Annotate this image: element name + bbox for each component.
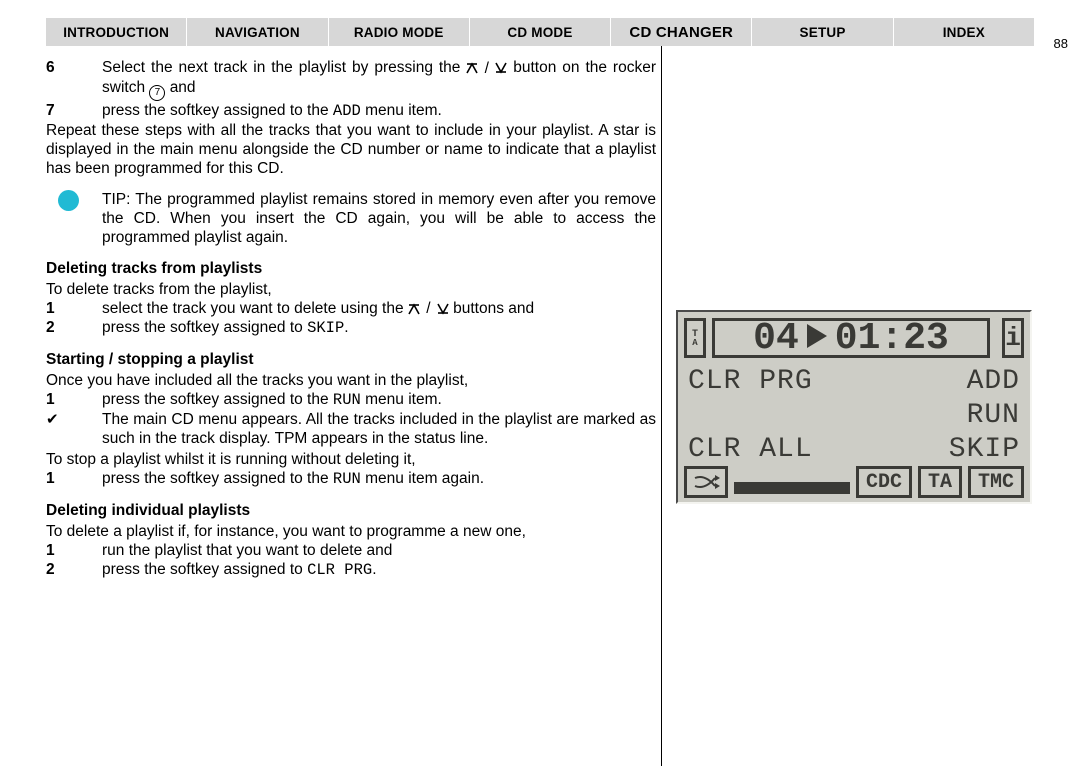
step-6-number: 6 bbox=[46, 58, 102, 101]
lcd-cdc-box: CDC bbox=[856, 466, 912, 498]
clr-prg-label: CLR PRG bbox=[307, 561, 372, 579]
stop-step-1-num: 1 bbox=[46, 469, 102, 489]
lcd-progress-bar bbox=[734, 482, 850, 494]
delete-step-2-text: press the softkey assigned to SKIP. bbox=[102, 318, 656, 338]
del2-a: press the softkey assigned to bbox=[102, 319, 307, 336]
stop1-a: press the softkey assigned to the bbox=[102, 470, 333, 487]
lcd-track-time-box: 04 01:23 bbox=[712, 318, 990, 358]
subhead-delete-playlists: Deleting individual playlists bbox=[46, 501, 656, 520]
nav-index[interactable]: Index bbox=[894, 18, 1034, 46]
step-6-text: Select the next track in the playlist by… bbox=[102, 58, 656, 101]
lcd-run: RUN bbox=[967, 400, 1020, 431]
ss1-a: press the softkey assigned to the bbox=[102, 391, 333, 408]
step-7-part-b: menu item. bbox=[361, 102, 442, 119]
lcd-time: 01:23 bbox=[835, 317, 949, 360]
run-label-2: RUN bbox=[333, 470, 361, 488]
del2-b: . bbox=[344, 319, 348, 336]
delete-step-2-num: 2 bbox=[46, 318, 102, 338]
delete-intro: To delete tracks from the playlist, bbox=[46, 280, 656, 299]
nav-radio-mode[interactable]: Radio Mode bbox=[329, 18, 470, 46]
lcd-clr-all: CLR ALL bbox=[688, 434, 813, 465]
circled-7-icon: 7 bbox=[149, 85, 165, 101]
delete-step-1-text: select the track you want to delete usin… bbox=[102, 299, 656, 319]
ss1-b: menu item. bbox=[361, 391, 442, 408]
stop1-b: menu item again. bbox=[361, 470, 484, 487]
delpl-step-2-num: 2 bbox=[46, 560, 102, 580]
nav-cd-changer[interactable]: Cd Changer bbox=[611, 18, 752, 46]
step-7-number: 7 bbox=[46, 101, 102, 121]
nav-introduction[interactable]: Introduction bbox=[46, 18, 187, 46]
delpl2-a: press the softkey assigned to bbox=[102, 561, 307, 578]
tip-text: TIP: The programmed playlist remains sto… bbox=[102, 190, 656, 247]
nav-navigation[interactable]: Navigation bbox=[187, 18, 328, 46]
lcd-skip: SKIP bbox=[949, 434, 1020, 465]
add-label: ADD bbox=[333, 102, 361, 120]
skip-label: SKIP bbox=[307, 319, 344, 337]
step-6-part-c: and bbox=[170, 79, 196, 96]
content-column: 6 Select the next track in the playlist … bbox=[46, 58, 656, 580]
repeat-paragraph: Repeat these steps with all the tracks t… bbox=[46, 121, 656, 178]
nav-cd-mode[interactable]: Cd Mode bbox=[470, 18, 611, 46]
check-text: The main CD menu appears. All the tracks… bbox=[102, 410, 656, 448]
subhead-delete-tracks: Deleting tracks from playlists bbox=[46, 259, 656, 278]
lcd-clr-prg: CLR PRG bbox=[688, 366, 813, 397]
step-6-part-a: Select the next track in the playlist by… bbox=[102, 59, 466, 76]
rocker-up-down-icon: / bbox=[408, 299, 449, 318]
checkmark-icon: ✔ bbox=[46, 410, 102, 448]
delpl-intro: To delete a playlist if, for instance, y… bbox=[46, 522, 656, 541]
stop-step-1-text: press the softkey assigned to the RUN me… bbox=[102, 469, 656, 489]
startstop-intro: Once you have included all the tracks yo… bbox=[46, 371, 656, 390]
tip-dot-icon bbox=[58, 190, 79, 211]
lcd-add: ADD bbox=[967, 366, 1020, 397]
ss-step-1-num: 1 bbox=[46, 390, 102, 410]
lcd-ta-box: TA bbox=[918, 466, 962, 498]
delpl2-b: . bbox=[372, 561, 376, 578]
lcd-info-box: i bbox=[1002, 318, 1024, 358]
lcd-display: TA 04 01:23 i CLR PRG ADD RUN CLR ALL SK… bbox=[676, 310, 1032, 504]
subhead-startstop: Starting / stopping a playlist bbox=[46, 350, 656, 369]
lcd-shuffle-box bbox=[684, 466, 728, 498]
delpl-step-1-num: 1 bbox=[46, 541, 102, 560]
nav-setup[interactable]: Setup bbox=[752, 18, 893, 46]
step-7-text: press the softkey assigned to the ADD me… bbox=[102, 101, 656, 121]
del1-b: buttons and bbox=[453, 300, 534, 317]
delpl-step-2-text: press the softkey assigned to CLR PRG. bbox=[102, 560, 656, 580]
top-nav: Introduction Navigation Radio Mode Cd Mo… bbox=[46, 18, 1034, 46]
del1-a: select the track you want to delete usin… bbox=[102, 300, 408, 317]
play-icon bbox=[805, 317, 829, 360]
ss-step-1-text: press the softkey assigned to the RUN me… bbox=[102, 390, 656, 410]
run-label: RUN bbox=[333, 391, 361, 409]
lcd-tmc-box: TMC bbox=[968, 466, 1024, 498]
step-7-part-a: press the softkey assigned to the bbox=[102, 102, 333, 119]
column-separator bbox=[661, 46, 662, 766]
lcd-ta-small-box: TA bbox=[684, 318, 706, 358]
delete-step-1-num: 1 bbox=[46, 299, 102, 319]
page-number: 88 bbox=[1054, 36, 1068, 51]
delpl-step-1-text: run the playlist that you want to delete… bbox=[102, 541, 656, 560]
tip-bullet bbox=[46, 190, 102, 247]
stop-intro: To stop a playlist whilst it is running … bbox=[46, 450, 656, 469]
rocker-up-down-icon: / bbox=[466, 59, 507, 78]
lcd-track-number: 04 bbox=[753, 317, 799, 360]
